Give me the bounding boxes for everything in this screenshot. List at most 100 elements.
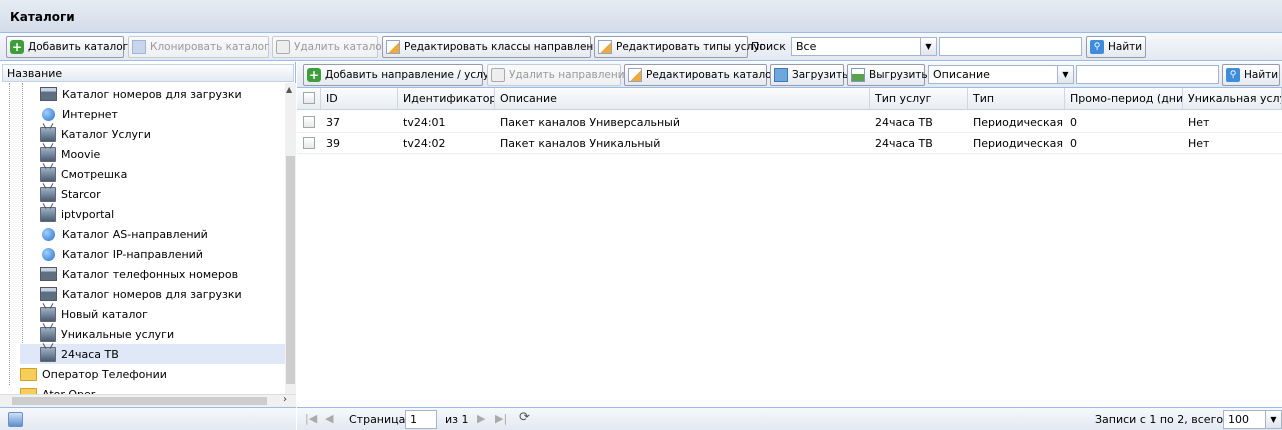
column-header[interactable]: Промо-период (дни) bbox=[1065, 88, 1183, 110]
table-cell: 24часа ТВ bbox=[875, 137, 933, 150]
edit-catalog-label: Редактировать каталог bbox=[646, 69, 778, 81]
table-row[interactable]: 39 tv24:02 Пакет каналов Уникальный 24ча… bbox=[297, 133, 1282, 154]
edit-direction-classes-label: Редактировать классы направлений bbox=[404, 41, 607, 53]
tree-folder[interactable]: Оператор Телефонии bbox=[20, 364, 167, 384]
tree-node[interactable]: Уникальные услуги bbox=[40, 324, 174, 344]
page-size-select[interactable]: 100 ▼ bbox=[1223, 410, 1282, 429]
table-cell: tv24:01 bbox=[403, 116, 446, 129]
grid-toolbar: + Добавить направление / услугу Удалить н… bbox=[297, 62, 1282, 88]
clone-catalog-label: Клонировать каталог bbox=[150, 41, 270, 53]
page-size-value: 100 bbox=[1228, 413, 1249, 426]
tree-node[interactable]: Moovie bbox=[40, 144, 100, 164]
refresh-icon[interactable] bbox=[8, 412, 23, 427]
main-toolbar: +Добавить каталог Клонировать каталог▼ У… bbox=[0, 33, 1282, 61]
tree-node[interactable]: Каталог номеров для загрузки bbox=[40, 284, 242, 304]
scroll-right-icon[interactable]: › bbox=[283, 394, 287, 405]
next-page-icon[interactable]: ▶ bbox=[477, 412, 485, 425]
edit-icon bbox=[598, 40, 612, 54]
tree-node-label: Каталог номеров для загрузки bbox=[62, 87, 242, 101]
tree-node-label: Каталог AS-направлений bbox=[62, 227, 208, 241]
tree-node-selected[interactable]: 24часа ТВ bbox=[20, 344, 285, 364]
row-checkbox[interactable] bbox=[297, 133, 321, 154]
records-info: Записи с 1 по 2, всего 2 bbox=[1095, 413, 1234, 426]
tree-node[interactable]: Интернет bbox=[40, 104, 118, 124]
clone-icon bbox=[132, 40, 146, 54]
export-icon bbox=[851, 68, 865, 82]
tree-node-label: Новый каталог bbox=[61, 307, 148, 321]
delete-catalog-label: Удалить каталог bbox=[294, 41, 388, 53]
add-catalog-button[interactable]: + Добавить каталог bbox=[6, 36, 128, 58]
checkbox-icon bbox=[303, 92, 315, 104]
tree-node[interactable]: Каталог Услуги bbox=[40, 124, 151, 144]
table-cell: 0 bbox=[1070, 137, 1077, 150]
tree-node[interactable]: Каталог номеров для загрузки bbox=[40, 84, 242, 104]
refresh-icon[interactable]: ⟳ bbox=[519, 410, 530, 425]
row-checkbox[interactable] bbox=[297, 112, 321, 133]
first-page-icon[interactable]: |◀ bbox=[305, 412, 317, 425]
column-header[interactable]: Идентификатор bbox=[398, 88, 495, 110]
tree-node[interactable]: Смотрешка bbox=[40, 164, 127, 184]
tree-node[interactable]: Новый каталог bbox=[40, 304, 148, 324]
tv-icon bbox=[40, 346, 56, 362]
column-header[interactable]: Уникальная услуга bbox=[1183, 88, 1282, 110]
export-label: Выгрузить bbox=[869, 69, 928, 81]
export-button[interactable]: Выгрузить bbox=[847, 64, 928, 86]
edit-catalog-button[interactable]: Редактировать каталог bbox=[624, 64, 777, 86]
clone-catalog-button[interactable]: Клонировать каталог▼ bbox=[128, 36, 279, 58]
column-header[interactable]: ID bbox=[321, 88, 398, 110]
find-label: Найти bbox=[1244, 69, 1279, 81]
last-page-icon[interactable]: ▶| bbox=[495, 412, 507, 425]
tree-node[interactable]: Starcor bbox=[40, 184, 101, 204]
prev-page-icon[interactable]: ◀ bbox=[325, 412, 333, 425]
edit-service-types-button[interactable]: Редактировать типы услуг bbox=[594, 36, 765, 58]
upload-label: Загрузить bbox=[792, 69, 849, 81]
page-total-label: из 1 bbox=[445, 413, 469, 426]
upload-button[interactable]: Загрузить bbox=[770, 64, 848, 86]
tree-node-label: Каталог Услуги bbox=[61, 127, 151, 141]
delete-direction-button[interactable]: Удалить направление bbox=[487, 64, 631, 86]
find-button[interactable]: ⚲ Найти bbox=[1086, 36, 1146, 58]
tree-scroll-thumb[interactable] bbox=[286, 156, 295, 384]
tree-node[interactable]: Каталог AS-направлений bbox=[40, 224, 208, 244]
filter-input[interactable] bbox=[1076, 65, 1219, 84]
table-cell: Периодическая bbox=[973, 137, 1063, 150]
tree-node-label: iptvportal bbox=[61, 207, 115, 221]
tree-node-label: Оператор Телефонии bbox=[42, 367, 167, 381]
phone-icon bbox=[40, 287, 57, 301]
find-button[interactable]: ⚲ Найти bbox=[1222, 64, 1280, 86]
tree-header[interactable]: Название bbox=[2, 64, 294, 82]
table-cell: Периодическая bbox=[973, 116, 1063, 129]
column-header[interactable]: Тип услуг bbox=[870, 88, 968, 110]
column-header[interactable]: Тип bbox=[968, 88, 1065, 110]
chevron-down-icon[interactable]: ▼ bbox=[1265, 411, 1281, 428]
search-input[interactable] bbox=[939, 37, 1082, 56]
delete-icon bbox=[491, 68, 505, 82]
delete-catalog-button[interactable]: Удалить каталог bbox=[272, 36, 387, 58]
page-number-input[interactable]: 1 bbox=[405, 410, 437, 429]
tree-hscroll-thumb[interactable] bbox=[12, 397, 267, 405]
tree-guide-line bbox=[9, 83, 10, 385]
tree-node[interactable]: Каталог телефонных номеров bbox=[40, 264, 238, 284]
search-scope-select[interactable]: Все ▼ bbox=[791, 37, 937, 56]
tree-node[interactable]: iptvportal bbox=[40, 204, 114, 224]
checkbox-icon bbox=[303, 137, 315, 149]
tree-node-label: Каталог номеров для загрузки bbox=[62, 287, 242, 301]
add-direction-button[interactable]: + Добавить направление / услугу bbox=[303, 64, 501, 86]
column-header[interactable]: Описание bbox=[495, 88, 870, 110]
table-row[interactable]: 37 tv24:01 Пакет каналов Универсальный 2… bbox=[297, 112, 1282, 133]
globe-icon bbox=[42, 227, 55, 241]
tree-header-label: Название bbox=[7, 67, 63, 80]
edit-direction-classes-button[interactable]: Редактировать классы направлений bbox=[382, 36, 607, 58]
table-cell: 39 bbox=[326, 137, 340, 150]
scroll-up-icon[interactable]: ▲ bbox=[286, 85, 292, 94]
table-cell: tv24:02 bbox=[403, 137, 446, 150]
chevron-down-icon[interactable]: ▼ bbox=[920, 38, 936, 55]
tree-node[interactable]: Каталог IP-направлений bbox=[40, 244, 203, 264]
tree-guide-line bbox=[22, 83, 23, 361]
table-cell: 24часа ТВ bbox=[875, 116, 933, 129]
edit-service-types-label: Редактировать типы услуг bbox=[616, 41, 765, 53]
filter-field-select[interactable]: Описание ▼ bbox=[928, 65, 1074, 84]
tv-icon bbox=[40, 126, 56, 142]
chevron-down-icon[interactable]: ▼ bbox=[1057, 66, 1073, 83]
select-all-checkbox[interactable] bbox=[297, 88, 321, 110]
